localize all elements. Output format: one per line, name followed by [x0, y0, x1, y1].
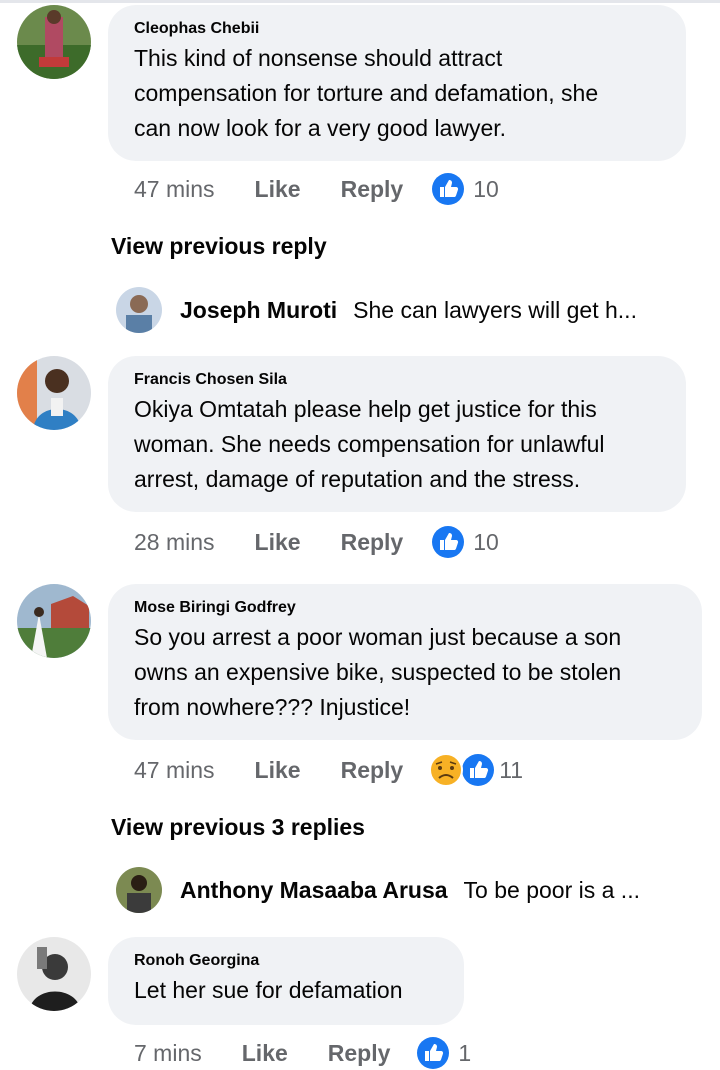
thumbs-up-icon [432, 173, 465, 205]
comment-actions: 47 mins Like Reply 10 [134, 173, 499, 205]
reaction-count: 10 [473, 175, 499, 202]
like-button[interactable]: Like [255, 176, 301, 203]
reply-text: To be poor is a ... [463, 876, 640, 903]
reply-preview[interactable]: Anthony Masaaba Arusa To be poor is a ..… [116, 867, 686, 913]
avatar[interactable] [17, 937, 91, 1011]
comment-text: Let her sue for defamation [134, 973, 438, 1008]
reply-preview[interactable]: Joseph Muroti She can lawyers will get h… [116, 287, 686, 333]
timestamp: 28 mins [134, 528, 215, 555]
sad-and-thumbs-up-icon [429, 753, 495, 787]
avatar[interactable] [17, 5, 91, 79]
comment-bubble: Ronoh Georgina Let her sue for defamatio… [108, 937, 464, 1025]
view-previous-replies[interactable]: View previous 3 replies [111, 814, 365, 841]
comment-text-line: Let her sue for defamation [134, 977, 403, 1003]
reaction-count: 1 [458, 1039, 472, 1066]
timestamp: 47 mins [134, 756, 215, 783]
comment-bubble: Cleophas Chebii This kind of nonsense sh… [108, 5, 686, 161]
comment-text-line: arrest, damage of reputation and the str… [134, 466, 581, 492]
comment-bubble: Mose Biringi Godfrey So you arrest a poo… [108, 584, 702, 740]
reaction-count: 11 [499, 756, 524, 783]
comment-text-line: Okiya Omtatah please help get justice fo… [134, 396, 597, 422]
reply-button[interactable]: Reply [341, 176, 404, 203]
avatar[interactable] [116, 867, 162, 913]
like-button[interactable]: Like [242, 1040, 288, 1067]
top-divider [0, 0, 720, 3]
reaction-summary[interactable]: 10 [431, 525, 499, 559]
reaction-summary[interactable]: 11 [429, 753, 523, 787]
comment-text-line: woman. She needs compensation for unlawf… [134, 431, 605, 457]
comment-author[interactable]: Ronoh Georgina [134, 951, 438, 971]
comment-text-line: can now look for a very good lawyer. [134, 115, 507, 141]
thumbs-up-icon [417, 1037, 450, 1069]
comment-text: Okiya Omtatah please help get justice fo… [134, 392, 660, 497]
timestamp: 7 mins [134, 1039, 202, 1066]
reaction-summary[interactable]: 1 [416, 1036, 471, 1070]
thumbs-up-icon [432, 526, 465, 558]
comment-author[interactable]: Cleophas Chebii [134, 19, 660, 39]
comment-actions: 28 mins Like Reply 10 [134, 526, 499, 558]
reply-button[interactable]: Reply [341, 757, 404, 784]
comment-author[interactable]: Mose Biringi Godfrey [134, 598, 676, 618]
comment-text-line: This kind of nonsense should attract [134, 45, 503, 71]
reaction-summary[interactable]: 10 [431, 172, 499, 206]
comment-text: So you arrest a poor woman just because … [134, 620, 676, 725]
comment-text-line: owns an expensive bike, suspected to be … [134, 659, 622, 685]
reply-author[interactable]: Anthony Masaaba Arusa [180, 877, 448, 904]
reply-button[interactable]: Reply [328, 1040, 391, 1067]
comment-text-line: compensation for torture and defamation,… [134, 80, 599, 106]
avatar[interactable] [17, 356, 91, 430]
reply-author[interactable]: Joseph Muroti [180, 297, 337, 324]
comment-bubble: Francis Chosen Sila Okiya Omtatah please… [108, 356, 686, 512]
avatar[interactable] [116, 287, 162, 333]
timestamp: 47 mins [134, 175, 215, 202]
comment-text-line: from nowhere??? Injustice! [134, 694, 411, 720]
comment-text-line: So you arrest a poor woman just because … [134, 624, 622, 650]
reaction-count: 10 [473, 528, 499, 555]
view-previous-replies[interactable]: View previous reply [111, 233, 327, 260]
comment-text: This kind of nonsense should attract com… [134, 41, 660, 146]
avatar[interactable] [17, 584, 91, 658]
like-button[interactable]: Like [255, 529, 301, 556]
comment-actions: 7 mins Like Reply 1 [134, 1037, 471, 1069]
reply-text: She can lawyers will get h... [353, 296, 637, 323]
reply-button[interactable]: Reply [341, 529, 404, 556]
comment-author[interactable]: Francis Chosen Sila [134, 370, 660, 390]
comment-actions: 47 mins Like Reply 11 [134, 753, 523, 787]
like-button[interactable]: Like [255, 757, 301, 784]
